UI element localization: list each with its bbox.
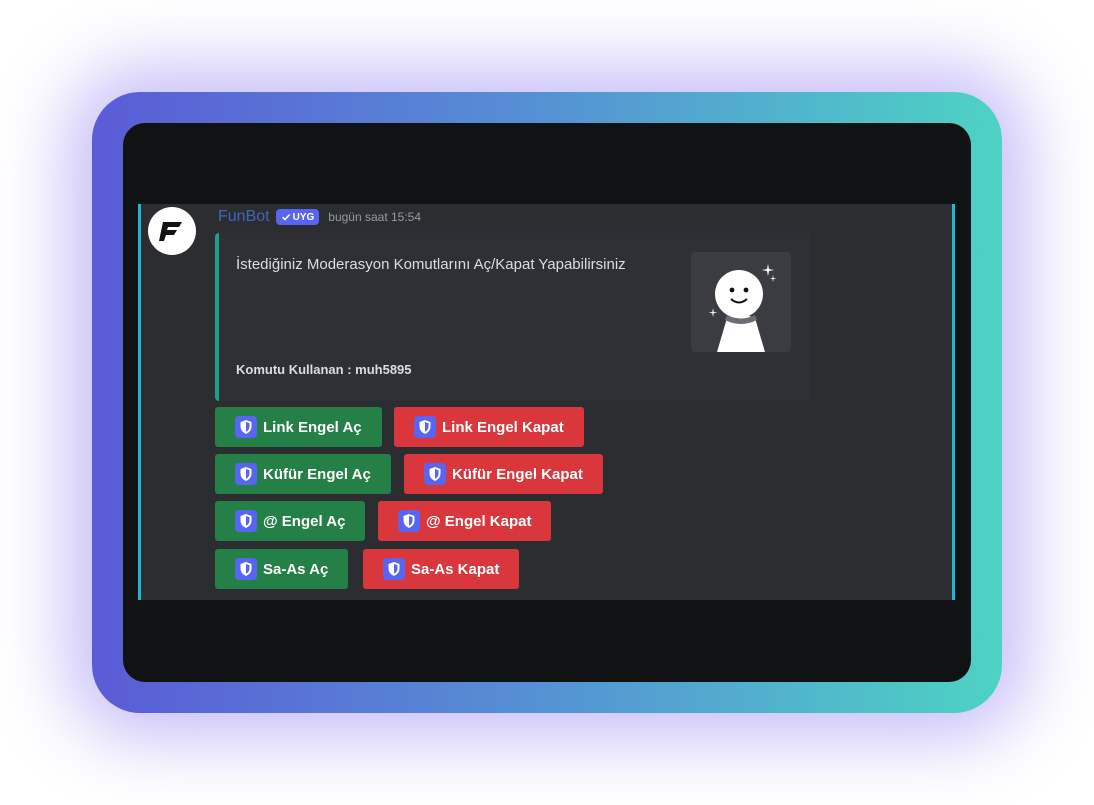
button-label: Küfür Engel Aç [263, 465, 371, 483]
embed-description: İstediğiniz Moderasyon Komutlarını Aç/Ka… [236, 256, 626, 273]
username[interactable]: FunBot [218, 208, 270, 226]
button-label: Sa-As Kapat [411, 560, 500, 578]
kufur-engel-ac-button[interactable]: Küfür Engel Aç [215, 454, 391, 494]
sa-as-ac-button[interactable]: Sa-As Aç [215, 549, 349, 589]
app-tag-label: UYG [292, 211, 315, 223]
message-container: FunBot UYG bugün saat 15:54 İstediğiniz … [138, 204, 955, 600]
button-label: @ Engel Kapat [426, 512, 532, 530]
button-label: Küfür Engel Kapat [452, 465, 583, 483]
timestamp: bugün saat 15:54 [328, 210, 422, 224]
shield-icon [398, 510, 420, 532]
button-label: Link Engel Kapat [442, 418, 564, 436]
shield-icon [235, 463, 257, 485]
app-tag: UYG [275, 209, 320, 225]
funbot-logo-icon [159, 222, 182, 241]
screenshot-window: FunBot UYG bugün saat 15:54 İstediğiniz … [123, 123, 971, 682]
message-header: FunBot UYG bugün saat 15:54 [218, 206, 421, 228]
embed: İstediğiniz Moderasyon Komutlarını Aç/Ka… [215, 233, 811, 401]
shield-icon [424, 463, 446, 485]
shield-icon [235, 510, 257, 532]
shield-icon [235, 416, 257, 438]
kufur-engel-kapat-button[interactable]: Küfür Engel Kapat [404, 454, 603, 494]
shield-icon [235, 558, 257, 580]
at-engel-kapat-button[interactable]: @ Engel Kapat [378, 501, 552, 541]
link-engel-ac-button[interactable]: Link Engel Aç [215, 407, 382, 447]
sa-as-kapat-button[interactable]: Sa-As Kapat [363, 549, 520, 589]
embed-thumbnail[interactable] [691, 252, 791, 352]
shield-icon [383, 558, 405, 580]
button-label: Link Engel Aç [263, 418, 362, 436]
smiley-character-icon [708, 264, 777, 352]
button-label: @ Engel Aç [263, 512, 346, 530]
checkmark-icon [281, 213, 290, 221]
link-engel-kapat-button[interactable]: Link Engel Kapat [394, 407, 584, 447]
at-engel-ac-button[interactable]: @ Engel Aç [215, 501, 366, 541]
embed-footer: Komutu Kullanan : muh5895 [236, 362, 412, 377]
shield-icon [414, 416, 436, 438]
button-label: Sa-As Aç [263, 560, 329, 578]
avatar[interactable] [148, 207, 196, 255]
